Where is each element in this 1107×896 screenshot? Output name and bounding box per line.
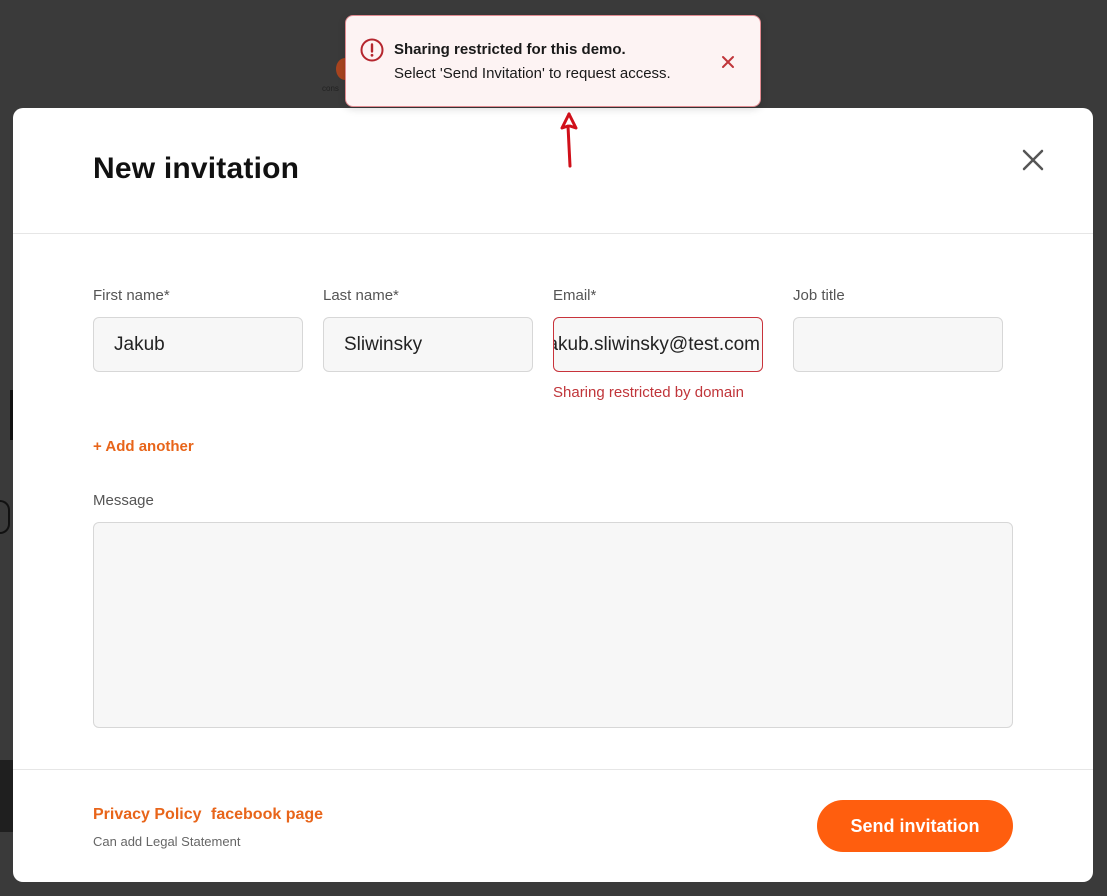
background-logo-text: cons [322,84,339,93]
email-error-message: Sharing restricted by domain [553,384,744,401]
annotation-arrow [560,112,578,168]
close-icon [1022,149,1044,171]
email-label: Email* [553,287,597,304]
background-element [0,500,10,534]
email-input[interactable]: jakub.sliwinsky@test.com [553,317,763,372]
toast-title: Sharing restricted for this demo. [394,41,626,58]
message-label: Message [93,492,154,509]
job-title-input[interactable] [793,317,1003,372]
toast-message: Select 'Send Invitation' to request acce… [394,65,671,82]
privacy-policy-link[interactable]: Privacy Policy [93,806,202,824]
alert-circle-icon [360,38,384,62]
modal-close-button[interactable] [1017,144,1049,176]
email-input-value: jakub.sliwinsky@test.com [553,334,760,355]
error-toast: Sharing restricted for this demo. Select… [345,15,761,107]
message-textarea[interactable] [93,522,1013,728]
job-title-label: Job title [793,287,845,304]
legal-statement: Can add Legal Statement [93,834,241,849]
background-element [0,760,13,832]
toast-close-button[interactable] [718,52,738,72]
close-icon [722,56,734,68]
facebook-page-link[interactable]: facebook page [211,806,323,824]
add-another-link[interactable]: + Add another [93,438,194,455]
first-name-label: First name* [93,287,170,304]
modal-header: New invitation [13,108,1093,234]
modal-footer: Privacy Policy facebook page Can add Leg… [13,769,1093,882]
modal-title: New invitation [93,152,300,185]
last-name-label: Last name* [323,287,399,304]
invitation-modal: New invitation First name* Jakub Last na… [13,108,1093,882]
last-name-input[interactable]: Sliwinsky [323,317,533,372]
first-name-input[interactable]: Jakub [93,317,303,372]
send-invitation-button[interactable]: Send invitation [817,800,1013,852]
